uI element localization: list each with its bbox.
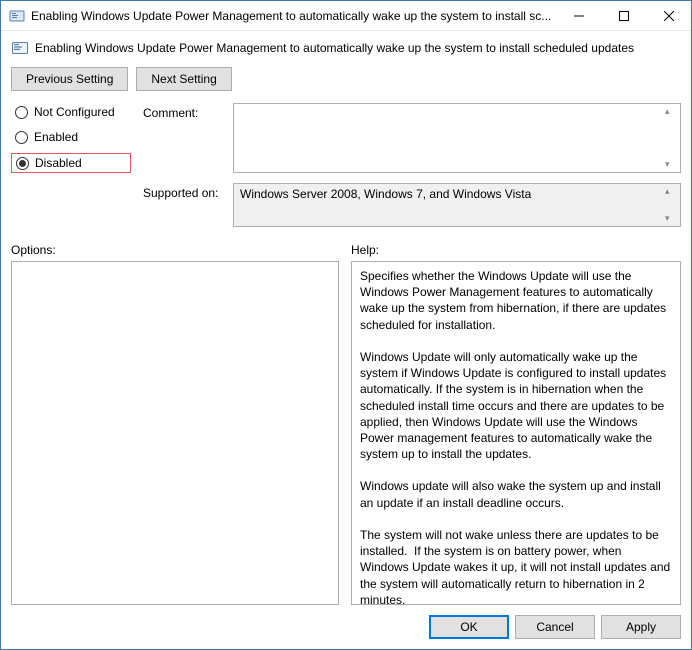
supported-on-text: Windows Server 2008, Windows 7, and Wind…	[240, 187, 531, 201]
radio-label: Not Configured	[34, 105, 115, 119]
next-setting-button[interactable]: Next Setting	[136, 67, 231, 91]
state-radios: Not Configured Enabled Disabled	[11, 103, 131, 231]
options-panel	[11, 261, 339, 605]
policy-title: Enabling Windows Update Power Management…	[35, 41, 634, 55]
apply-button[interactable]: Apply	[601, 615, 681, 639]
options-label: Options:	[11, 243, 339, 257]
window-controls	[556, 1, 691, 30]
comment-textarea[interactable]: ▴▾	[233, 103, 681, 173]
ok-button[interactable]: OK	[429, 615, 509, 639]
help-label: Help:	[351, 243, 379, 257]
minimize-button[interactable]	[556, 1, 601, 30]
radio-not-configured[interactable]: Not Configured	[11, 103, 131, 121]
supported-label: Supported on:	[143, 183, 233, 227]
radio-unchecked-icon	[15, 106, 28, 119]
policy-icon	[11, 39, 29, 57]
content-area: Enabling Windows Update Power Management…	[1, 31, 691, 649]
close-button[interactable]	[646, 1, 691, 30]
window-title: Enabling Windows Update Power Management…	[31, 9, 556, 23]
radio-disabled[interactable]: Disabled	[11, 153, 131, 173]
help-panel[interactable]: Specifies whether the Windows Update wil…	[351, 261, 681, 605]
supported-on-box: Windows Server 2008, Windows 7, and Wind…	[233, 183, 681, 227]
radio-label: Enabled	[34, 130, 78, 144]
radio-checked-icon	[16, 157, 29, 170]
radio-unchecked-icon	[15, 131, 28, 144]
nav-buttons: Previous Setting Next Setting	[11, 67, 681, 91]
help-text: Specifies whether the Windows Update wil…	[360, 269, 674, 605]
radio-label: Disabled	[35, 156, 82, 170]
cancel-button[interactable]: Cancel	[515, 615, 595, 639]
radio-enabled[interactable]: Enabled	[11, 128, 131, 146]
comment-label: Comment:	[143, 103, 233, 173]
scroll-arrows-icon: ▴▾	[665, 106, 678, 170]
policy-header: Enabling Windows Update Power Management…	[11, 39, 681, 57]
titlebar: Enabling Windows Update Power Management…	[1, 1, 691, 31]
dialog-footer: OK Cancel Apply	[11, 605, 681, 639]
previous-setting-button[interactable]: Previous Setting	[11, 67, 128, 91]
maximize-button[interactable]	[601, 1, 646, 30]
policy-window-icon	[9, 8, 25, 24]
scroll-arrows-icon: ▴▾	[665, 186, 678, 224]
